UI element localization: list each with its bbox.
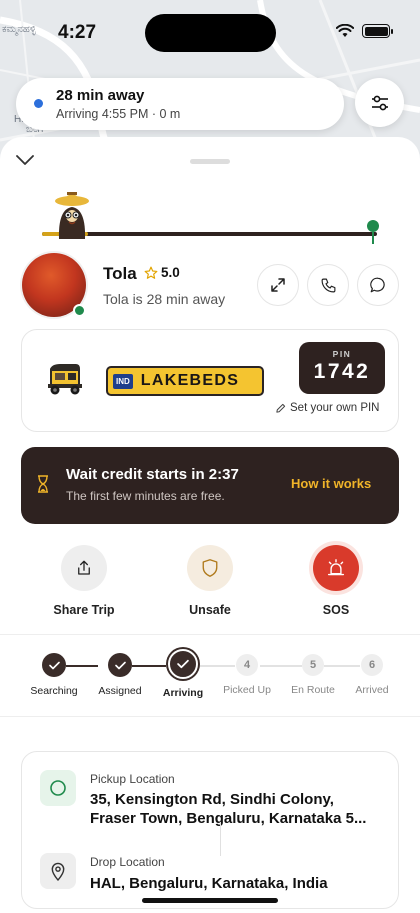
divider (0, 716, 420, 717)
step-label: Searching (30, 685, 78, 697)
status-icons (336, 24, 393, 38)
driver-name: Tola (103, 264, 137, 283)
call-button[interactable] (307, 264, 349, 306)
ride-pin: PIN 1742 (299, 342, 385, 394)
online-status-dot (73, 304, 86, 317)
star-icon (144, 266, 158, 279)
step-assigned: Assigned (85, 653, 155, 697)
step-arrived: 6 Arrived (337, 654, 407, 696)
unsafe-button[interactable]: Unsafe (160, 545, 260, 617)
step-label: Assigned (98, 685, 142, 697)
chevron-down-icon (16, 155, 34, 165)
step-searching: Searching (19, 653, 89, 697)
sos-button[interactable]: SOS (286, 545, 386, 617)
check-icon (177, 659, 189, 669)
sos-label: SOS (322, 603, 350, 617)
share-trip-button[interactable]: Share Trip (34, 545, 134, 617)
collapse-button[interactable] (14, 151, 36, 169)
trip-sheet: Tola 5.0 Tola is 28 min away IND LAKEBED… (0, 137, 420, 913)
driver-rating: 5.0 (144, 265, 180, 280)
check-icon (48, 661, 60, 669)
expand-button[interactable] (257, 264, 299, 306)
eta-subtitle: Arriving 4:55 PM · 0 m (56, 107, 181, 121)
shield-icon (202, 559, 218, 577)
check-icon (114, 661, 126, 669)
expand-icon (271, 278, 285, 292)
home-indicator[interactable] (142, 898, 278, 903)
license-plate: IND LAKEBEDS (106, 366, 264, 396)
status-bar: 4:27 (0, 0, 420, 64)
share-trip-circle (61, 545, 107, 591)
chat-bubble-icon (370, 277, 385, 293)
step-label: Arrived (355, 684, 389, 696)
plate-country-code: IND (113, 373, 133, 389)
sliders-icon (371, 95, 388, 110)
trip-status-steps: Searching Assigned Arriving 4 Picked Up … (0, 649, 420, 713)
location-dot-icon (34, 99, 43, 108)
drop-icon-box (40, 853, 76, 889)
wait-credit-banner: Wait credit starts in 2:37 The first few… (21, 447, 399, 524)
pickup-icon-box (40, 770, 76, 806)
destination-pin-icon (367, 220, 379, 232)
dynamic-island (145, 14, 276, 52)
step-number: 6 (361, 654, 383, 676)
siren-icon (327, 559, 345, 576)
step-picked-up: 4 Picked Up (212, 654, 282, 696)
map-settings-button[interactable] (355, 78, 404, 127)
location-pin-icon (51, 862, 65, 881)
step-check-circle (108, 653, 132, 677)
step-number: 5 (302, 654, 324, 676)
share-icon (78, 560, 90, 575)
pickup-label: Pickup Location (90, 772, 175, 786)
divider (0, 634, 420, 635)
unsafe-circle (187, 545, 233, 591)
destination-pin-stem (372, 232, 374, 244)
share-trip-label: Share Trip (53, 603, 115, 617)
auto-rickshaw-icon (48, 364, 82, 395)
how-it-works-link[interactable]: How it works (291, 476, 371, 491)
status-time: 4:27 (58, 22, 97, 43)
unsafe-label: Unsafe (189, 603, 231, 617)
eta-title: 28 min away (56, 87, 145, 104)
location-card: Pickup Location 35, Kensington Rd, Sindh… (21, 751, 399, 909)
step-check-circle (42, 653, 66, 677)
step-arriving: Arriving (148, 649, 218, 699)
drop-address[interactable]: HAL, Bengaluru, Karnataka, India (90, 874, 380, 893)
driver-mascot-icon (55, 192, 89, 239)
eta-pill[interactable]: 28 min away Arriving 4:55 PM · 0 m (16, 78, 344, 130)
set-own-pin-link[interactable]: Set your own PIN (275, 402, 379, 414)
rating-value: 5.0 (161, 265, 180, 280)
step-label: Picked Up (223, 684, 271, 696)
plate-number: LAKEBEDS (140, 372, 240, 389)
pin-value: 1742 (313, 360, 371, 383)
vehicle-card: IND LAKEBEDS PIN 1742 Set your own PIN (21, 329, 399, 432)
wait-credit-title: Wait credit starts in 2:37 (66, 466, 239, 483)
location-connector (220, 822, 221, 856)
pickup-address[interactable]: 35, Kensington Rd, Sindhi Colony, Fraser… (90, 790, 380, 828)
drag-handle[interactable] (190, 159, 230, 164)
driver-status-text: Tola is 28 min away (103, 291, 226, 307)
drop-label: Drop Location (90, 855, 165, 869)
pin-label: PIN (332, 349, 352, 359)
phone-icon (321, 278, 335, 292)
hourglass-icon (38, 475, 48, 493)
step-number: 4 (236, 654, 258, 676)
pencil-icon (276, 403, 286, 413)
battery-icon (362, 24, 393, 38)
wait-credit-subtitle: The first few minutes are free. (66, 489, 225, 503)
sos-circle (313, 545, 359, 591)
step-active-circle (168, 649, 198, 679)
set-own-pin-label: Set your own PIN (290, 402, 380, 414)
trip-progress-track (42, 232, 377, 236)
pickup-circle-icon (50, 780, 66, 796)
chat-button[interactable] (357, 264, 399, 306)
step-label: Arriving (162, 687, 204, 699)
wifi-icon (336, 24, 354, 37)
